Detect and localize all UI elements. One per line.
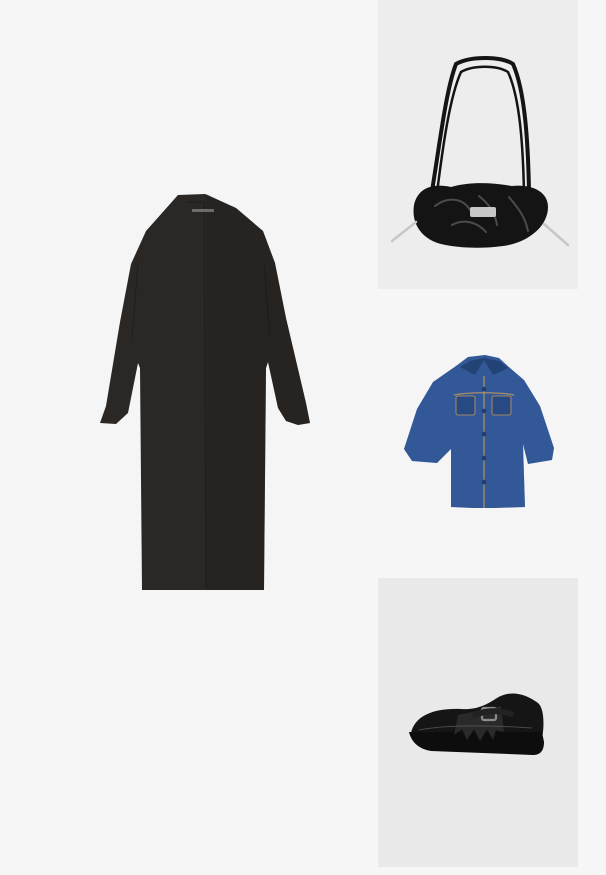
button-2 <box>481 408 487 414</box>
dress-image <box>100 194 310 590</box>
bag-image <box>390 56 570 248</box>
neck-label <box>192 209 214 212</box>
button-4 <box>481 455 487 461</box>
outfit-board: { "board": { "items": [ {"name": "knit-d… <box>0 0 606 875</box>
dress-shadow <box>206 194 310 590</box>
button-5 <box>481 479 487 485</box>
shoe-sole <box>409 732 544 755</box>
pocket-right <box>491 395 512 416</box>
bag-product-tile[interactable] <box>378 0 578 289</box>
button-3 <box>481 431 487 437</box>
pocket-left <box>455 395 476 416</box>
jacket-product-tile[interactable] <box>378 300 578 565</box>
dress-product-tile[interactable] <box>30 18 360 858</box>
bag-hardware-left <box>390 220 418 243</box>
bag-logo-plate <box>470 207 496 217</box>
jacket-highlight <box>404 355 554 508</box>
shoe-image <box>409 693 544 755</box>
shoe-product-tile[interactable] <box>378 578 578 867</box>
jacket-image <box>404 355 554 508</box>
button-1 <box>481 386 487 392</box>
bag-hardware-right <box>542 222 570 247</box>
